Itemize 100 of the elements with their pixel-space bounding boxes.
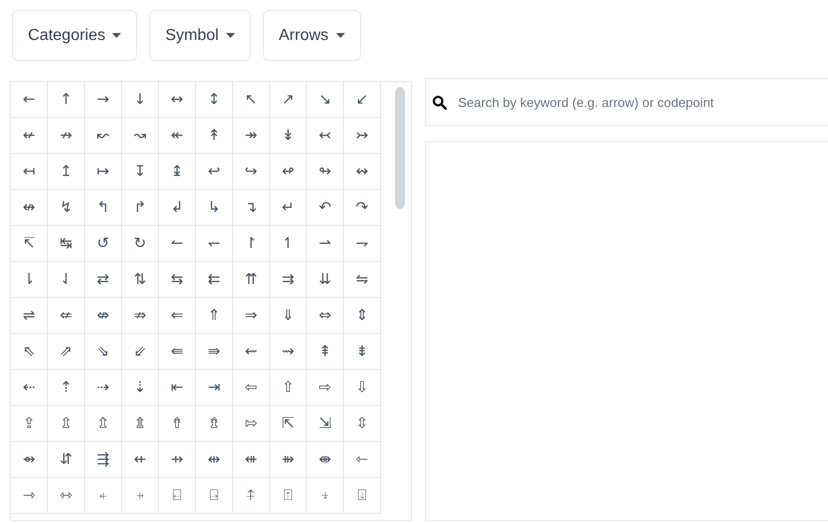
symbol-cell[interactable]: ↝	[122, 118, 159, 154]
symbol-cell[interactable]: ⇄	[85, 262, 122, 298]
symbol-cell[interactable]: ⇲	[307, 406, 344, 442]
symbol-cell[interactable]: ⇈	[233, 262, 270, 298]
symbol-cell[interactable]: ↡	[270, 118, 307, 154]
symbol-cell[interactable]: ↩	[196, 154, 233, 190]
symbol-cell[interactable]: ⇢	[85, 370, 122, 406]
symbol-cell[interactable]: ↧	[122, 154, 159, 190]
symbol-cell[interactable]: ↰	[85, 190, 122, 226]
symbol-cell[interactable]: ↿	[270, 226, 307, 262]
symbol-cell[interactable]: ⇥	[196, 370, 233, 406]
symbol-cell[interactable]: ↮	[11, 190, 48, 226]
symbol-cell[interactable]: ⇂	[11, 262, 48, 298]
symbol-cell[interactable]: →	[85, 82, 122, 118]
symbol-cell[interactable]: ⇔	[307, 298, 344, 334]
symbol-cell[interactable]: ⍅	[85, 478, 122, 514]
symbol-cell[interactable]: ⇯	[196, 406, 233, 442]
symbol-cell[interactable]: ⇁	[344, 226, 381, 262]
symbol-cell[interactable]: ↱	[122, 190, 159, 226]
symbol-cell[interactable]: ⇫	[48, 406, 85, 442]
symbol-cell[interactable]: ⇬	[85, 406, 122, 442]
symbol-cell[interactable]: ⇶	[85, 442, 122, 478]
symbol-cell[interactable]: ↜	[85, 118, 122, 154]
symbol-cell[interactable]: ⇻	[270, 442, 307, 478]
symbol-cell[interactable]: ⇛	[196, 334, 233, 370]
symbol-cell[interactable]: ⍆	[122, 478, 159, 514]
symbol-cell[interactable]: ↗	[270, 82, 307, 118]
symbol-cell[interactable]: ⍏	[233, 478, 270, 514]
symbol-cell[interactable]: ⇕	[344, 298, 381, 334]
symbol-cell[interactable]: ⇟	[344, 334, 381, 370]
symbol-cell[interactable]: ⇵	[48, 442, 85, 478]
symbol-cell[interactable]: ⇦	[233, 370, 270, 406]
symbol-cell[interactable]: ⍗	[344, 478, 381, 514]
symbol-cell[interactable]: ↫	[270, 154, 307, 190]
symbol-cell[interactable]: ↕	[196, 82, 233, 118]
symbol-cell[interactable]: ⇩	[344, 370, 381, 406]
symbol-cell[interactable]: ⇳	[344, 406, 381, 442]
symbol-cell[interactable]: ⍈	[196, 478, 233, 514]
symbol-cell[interactable]: ↖	[233, 82, 270, 118]
symbol-cell[interactable]: ⇞	[307, 334, 344, 370]
symbol-cell[interactable]: ↟	[196, 118, 233, 154]
symbol-cell[interactable]: ⇜	[233, 334, 270, 370]
symbol-cell[interactable]: ↓	[122, 82, 159, 118]
symbol-cell[interactable]: ⇓	[270, 298, 307, 334]
symbol-cell[interactable]: ⇤	[159, 370, 196, 406]
symbol-cell[interactable]: ←	[11, 82, 48, 118]
dropdown-button[interactable]: Arrows	[262, 10, 361, 61]
symbol-cell[interactable]: ⇌	[11, 298, 48, 334]
symbol-cell[interactable]: ⇗	[48, 334, 85, 370]
symbol-cell[interactable]: ⍖	[307, 478, 344, 514]
symbol-cell[interactable]: ⇐	[159, 298, 196, 334]
symbol-cell[interactable]: ↲	[159, 190, 196, 226]
symbol-cell[interactable]: ⇪	[11, 406, 48, 442]
symbol-cell[interactable]: ⇴	[11, 442, 48, 478]
symbol-cell[interactable]: ⇀	[307, 226, 344, 262]
symbol-cell[interactable]: ↳	[196, 190, 233, 226]
symbol-cell[interactable]: ⇰	[233, 406, 270, 442]
symbol-cell[interactable]: ↷	[344, 190, 381, 226]
symbol-cell[interactable]: ⇚	[159, 334, 196, 370]
symbol-cell[interactable]: ↘	[307, 82, 344, 118]
symbol-cell[interactable]: ⇎	[85, 298, 122, 334]
symbol-cell[interactable]: ↽	[196, 226, 233, 262]
symbol-cell[interactable]: ↞	[159, 118, 196, 154]
symbol-cell[interactable]: ↹	[48, 226, 85, 262]
symbol-cell[interactable]: ↚	[11, 118, 48, 154]
symbol-cell[interactable]: ⇖	[11, 334, 48, 370]
symbol-cell[interactable]: ↴	[233, 190, 270, 226]
search-field[interactable]: Search by keyword (e.g. arrow) or codepoint	[425, 78, 828, 126]
symbol-cell[interactable]: ⇡	[48, 370, 85, 406]
symbol-cell[interactable]: ⇠	[11, 370, 48, 406]
symbol-cell[interactable]: ↥	[48, 154, 85, 190]
symbol-cell[interactable]: ↣	[344, 118, 381, 154]
symbol-cell[interactable]: ↻	[122, 226, 159, 262]
symbol-cell[interactable]: ↯	[48, 190, 85, 226]
symbol-cell[interactable]: ↵	[270, 190, 307, 226]
symbol-cell[interactable]: ↺	[85, 226, 122, 262]
symbol-cell[interactable]: ⇿	[48, 478, 85, 514]
symbol-cell[interactable]: ⇽	[344, 442, 381, 478]
symbol-cell[interactable]: ↸	[11, 226, 48, 262]
symbol-cell[interactable]: ↤	[11, 154, 48, 190]
symbol-cell[interactable]: ⇇	[196, 262, 233, 298]
symbol-cell[interactable]: ↙	[344, 82, 381, 118]
symbol-cell[interactable]: ↬	[307, 154, 344, 190]
symbol-cell[interactable]: ⇋	[344, 262, 381, 298]
symbol-cell[interactable]: ⇮	[159, 406, 196, 442]
symbol-cell[interactable]: ⇹	[196, 442, 233, 478]
dropdown-button[interactable]: Categories	[12, 10, 138, 61]
symbol-cell[interactable]: ⇘	[85, 334, 122, 370]
symbol-cell[interactable]: ↭	[344, 154, 381, 190]
symbol-cell[interactable]: ⇺	[233, 442, 270, 478]
symbol-cell[interactable]: ⇷	[122, 442, 159, 478]
symbol-cell[interactable]: ↪	[233, 154, 270, 190]
symbol-cell[interactable]: ⇭	[122, 406, 159, 442]
symbol-cell[interactable]: ⇍	[48, 298, 85, 334]
symbol-cell[interactable]: ⇨	[307, 370, 344, 406]
symbol-cell[interactable]: ↼	[159, 226, 196, 262]
symbol-cell[interactable]: ⇒	[233, 298, 270, 334]
symbol-cell[interactable]: ↛	[48, 118, 85, 154]
symbol-cell[interactable]: ↠	[233, 118, 270, 154]
symbol-cell[interactable]: ⍇	[159, 478, 196, 514]
